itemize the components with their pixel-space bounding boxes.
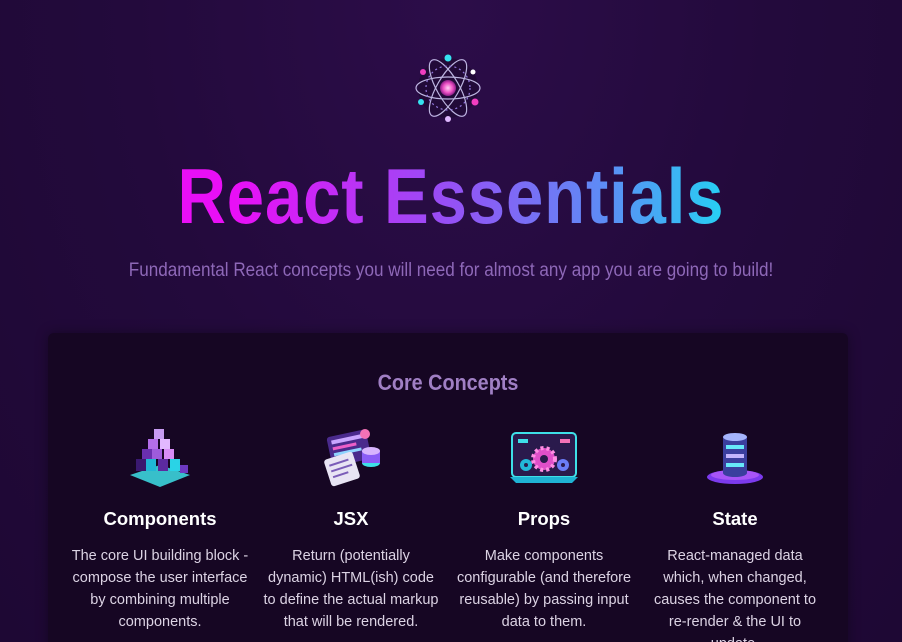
concept-card-state: State React-managed data which, when cha… — [645, 425, 825, 642]
components-cubes-icon — [130, 429, 190, 487]
atom-icon — [415, 54, 481, 122]
state-database-icon — [707, 433, 763, 484]
concept-title: JSX — [333, 508, 369, 529]
props-gears-icon — [510, 432, 578, 483]
concept-card-components: Components The core UI building block - … — [70, 425, 250, 633]
concept-title: Props — [517, 508, 571, 529]
concept-card-jsx: JSX Return (potentially dynamic) HTML(is… — [261, 425, 441, 633]
concept-description: React-managed data which, when changed, … — [653, 548, 817, 642]
concept-list: Components The core UI building block - … — [48, 333, 848, 642]
concept-card-props: Props Make components configurable (and … — [454, 425, 634, 633]
page-title: React Essentials — [63, 148, 839, 244]
concept-description: Return (potentially dynamic) HTML(ish) c… — [263, 548, 439, 630]
concept-description: The core UI building block - compose the… — [71, 548, 249, 630]
jsx-code-icon — [324, 429, 380, 487]
concept-title: Components — [103, 508, 217, 529]
concept-title: State — [712, 508, 758, 529]
page-subtitle: Fundamental React concepts you will need… — [128, 260, 774, 281]
concept-description: Make components configurable (and theref… — [456, 548, 632, 630]
core-concepts-section: Core Concepts Components The core UI bui… — [48, 333, 848, 642]
